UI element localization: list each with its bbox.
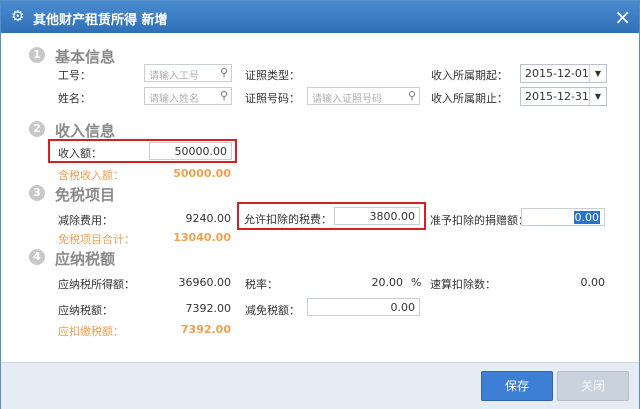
- id-no-input[interactable]: 请输入证照号码 ⚲: [307, 87, 420, 105]
- exempt-total-value: 13040.00: [173, 231, 231, 244]
- section-number-4: 4: [29, 249, 45, 265]
- period-start-select[interactable]: 2015-12-01 ▼: [520, 64, 607, 83]
- dialog-title: 其他财产租赁所得 新增: [33, 13, 168, 28]
- donation-label: 准予扣除的捐赠额：: [430, 214, 529, 227]
- tax-payable-value: 7392.00: [185, 302, 232, 315]
- job-no-input[interactable]: 请输入工号 ⚲: [144, 64, 232, 82]
- donation-input[interactable]: 0.00: [521, 208, 605, 226]
- close-icon[interactable]: ×: [614, 5, 631, 29]
- deduction-value: 9240.00: [185, 212, 232, 225]
- quick-deduction-label: 速算扣除数：: [430, 278, 496, 291]
- section-title-income: 收入信息: [55, 122, 116, 140]
- save-button[interactable]: 保存: [481, 371, 553, 401]
- taxable-income-label: 含税收入额：: [58, 169, 124, 182]
- name-placeholder: 请输入姓名: [149, 94, 199, 105]
- donation-value: 0.00: [573, 211, 600, 224]
- tax-relief-label: 减免税额：: [245, 304, 300, 317]
- period-end-value: 2015-12-31: [525, 90, 589, 103]
- title-bar: ⚙ 其他财产租赁所得 新增 ×: [1, 1, 639, 33]
- withhold-tax-label: 应扣缴税额：: [58, 325, 124, 338]
- tax-payable-label: 应纳税额：: [58, 304, 113, 317]
- job-no-label: 工号：: [58, 69, 91, 82]
- taxable-income-value: 50000.00: [173, 167, 231, 180]
- section-title-payable: 应纳税额: [55, 250, 116, 268]
- section-title-exempt: 免税项目: [55, 186, 116, 204]
- taxable-income-amount-value: 36960.00: [178, 276, 232, 289]
- deduction-label: 减除费用：: [58, 214, 113, 227]
- dialog-window: ⚙ 其他财产租赁所得 新增 × 1 基本信息 工号： 请输入工号 ⚲ 证照类型：…: [0, 0, 640, 409]
- gear-icon: ⚙: [11, 7, 25, 25]
- allowed-tax-input[interactable]: 3800.00: [334, 207, 420, 225]
- period-end-label: 收入所属期止：: [431, 92, 508, 105]
- exempt-total-label: 免税项目合计：: [58, 233, 135, 246]
- close-button[interactable]: 关闭: [557, 371, 629, 401]
- allowed-tax-label: 允许扣除的税费：: [244, 213, 332, 226]
- chevron-down-icon[interactable]: ▼: [589, 88, 606, 105]
- name-label: 姓名：: [58, 92, 91, 105]
- quick-deduction-value: 0.00: [580, 276, 606, 289]
- name-input[interactable]: 请输入姓名 ⚲: [144, 87, 232, 105]
- tax-rate-unit: %: [411, 276, 422, 289]
- tax-rate-value: 20.00: [371, 276, 404, 289]
- form-content: 1 基本信息 工号： 请输入工号 ⚲ 证照类型： 收入所属期起： 2015-12…: [1, 33, 639, 362]
- id-type-label: 证照类型：: [245, 69, 300, 82]
- taxable-income-amount-label: 应纳税所得额：: [58, 278, 135, 291]
- period-start-label: 收入所属期起：: [431, 69, 508, 82]
- income-amount-label: 收入额：: [58, 147, 102, 160]
- search-icon[interactable]: ⚲: [220, 89, 228, 102]
- tax-rate-label: 税率：: [245, 278, 278, 291]
- job-no-placeholder: 请输入工号: [149, 71, 199, 82]
- period-start-value: 2015-12-01: [525, 67, 589, 80]
- section-number-3: 3: [29, 185, 45, 201]
- search-icon[interactable]: ⚲: [220, 66, 228, 79]
- tax-relief-input[interactable]: 0.00: [307, 298, 420, 316]
- search-icon[interactable]: ⚲: [408, 89, 416, 102]
- chevron-down-icon[interactable]: ▼: [589, 65, 606, 82]
- section-number-1: 1: [29, 47, 45, 63]
- id-no-label: 证照号码：: [245, 92, 300, 105]
- income-amount-input[interactable]: 50000.00: [149, 142, 232, 160]
- section-title-basic: 基本信息: [55, 48, 116, 66]
- id-no-placeholder: 请输入证照号码: [312, 94, 382, 105]
- period-end-select[interactable]: 2015-12-31 ▼: [520, 87, 607, 106]
- withhold-tax-value: 7392.00: [180, 323, 231, 336]
- section-number-2: 2: [29, 121, 45, 137]
- dialog-footer: 保存 关闭: [1, 362, 639, 409]
